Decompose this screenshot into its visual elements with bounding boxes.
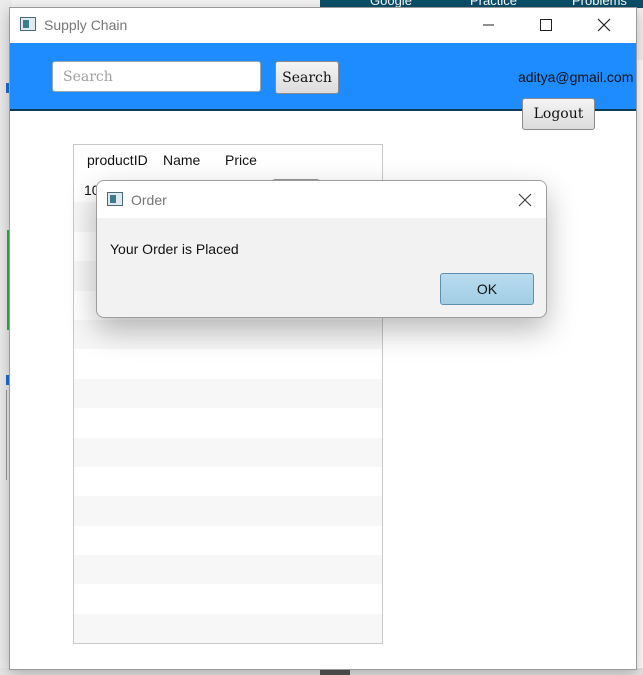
window-title: Supply Chain [44,17,128,33]
table-row[interactable] [74,496,382,526]
table-row[interactable] [74,349,382,379]
user-email: aditya@gmail.com [518,69,634,85]
table-row[interactable] [74,437,382,467]
table-row[interactable] [74,555,382,585]
order-dialog: Order Your Order is Placed OK [96,180,547,318]
table-row[interactable] [74,613,382,643]
close-button[interactable] [575,8,633,42]
window-titlebar[interactable]: Supply Chain [10,8,636,43]
close-icon [518,193,532,207]
app-icon [20,17,36,31]
column-header-price[interactable]: Price [225,152,257,168]
supply-chain-window: Supply Chain Search aditya@gmail.com Log… [9,7,637,670]
logout-button[interactable]: Logout [522,98,595,130]
maximize-button[interactable] [517,8,575,42]
table-header: productID Name Price [74,145,382,173]
search-button[interactable]: Search [275,61,339,94]
maximize-icon [540,19,552,31]
dialog-titlebar[interactable]: Order [97,181,546,218]
table-row[interactable] [74,319,382,350]
table-row[interactable] [74,378,382,409]
table-row[interactable] [74,525,382,556]
close-icon [597,18,611,32]
column-header-name[interactable]: Name [163,152,200,168]
app-icon [107,192,123,206]
search-input[interactable] [52,61,261,92]
dialog-title: Order [131,192,167,208]
minimize-icon [483,24,494,26]
column-header-productid[interactable]: productID [87,152,148,168]
table-row[interactable] [74,466,382,497]
table-row[interactable] [74,584,382,614]
ok-button[interactable]: OK [440,273,534,305]
dialog-close-button[interactable] [515,190,535,210]
dialog-message: Your Order is Placed [110,241,239,257]
minimize-button[interactable] [460,8,518,42]
table-row[interactable] [74,408,382,438]
